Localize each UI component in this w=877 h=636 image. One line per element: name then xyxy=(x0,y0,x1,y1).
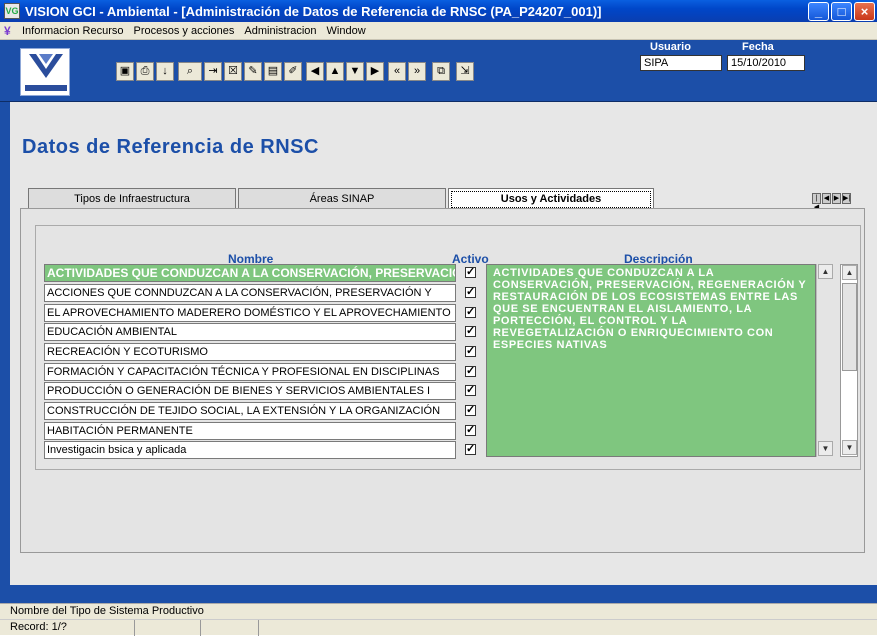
activo-checkbox-10[interactable]: ✓ xyxy=(465,444,476,455)
activo-checkbox-9[interactable]: ✓ xyxy=(465,425,476,436)
activo-checkbox-3[interactable]: ✓ xyxy=(465,307,476,318)
tab-strip: Tipos de Infraestructura Áreas SINAP Uso… xyxy=(28,188,666,211)
tab-first-icon[interactable]: |◀ xyxy=(812,193,821,211)
query-icon[interactable]: ⌕ xyxy=(178,62,202,81)
nombre-cell-5[interactable]: RECREACIÓN Y ECOTURISMO xyxy=(44,343,456,361)
nombre-cell-3[interactable]: EL APROVECHAMIENTO MADERERO DOMÉSTICO Y … xyxy=(44,304,456,322)
last-block-icon[interactable]: » xyxy=(408,62,426,81)
nombre-cell-9[interactable]: HABITACIÓN PERMANENTE xyxy=(44,422,456,440)
menu-procesos-acciones[interactable]: Procesos y acciones xyxy=(134,25,235,37)
download-icon[interactable]: ↓ xyxy=(156,62,174,81)
tab-last-icon[interactable]: ▶| xyxy=(842,193,851,204)
grid-scrollbar[interactable]: ▲ ▼ xyxy=(840,264,858,457)
descripcion-textarea[interactable]: ACTIVIDADES QUE CONDUZCAN A LA CONSERVAC… xyxy=(486,264,816,457)
nombre-cell-7[interactable]: PRODUCCIÓN O GENERACIÓN DE BIENES Y SERV… xyxy=(44,382,456,400)
insert-record-icon[interactable]: ⇥ xyxy=(204,62,222,81)
pencil-icon[interactable]: ✐ xyxy=(284,62,302,81)
activo-checkbox-7[interactable]: ✓ xyxy=(465,385,476,396)
menu-bar: ¥ Informacion Recurso Procesos y accione… xyxy=(0,22,877,58)
description-scrollbar[interactable]: ▲ ▼ xyxy=(816,264,834,457)
print-icon[interactable]: ⎙ xyxy=(136,62,154,81)
exit-icon[interactable]: ⇲ xyxy=(456,62,474,81)
maximize-button[interactable]: □ xyxy=(831,2,852,21)
copy-icon[interactable]: ⧉ xyxy=(432,62,450,81)
vision-logo xyxy=(20,48,70,96)
menu-informacion-recurso[interactable]: Informacion Recurso xyxy=(22,25,124,37)
window-title: VISION GCI - Ambiental - [Administración… xyxy=(25,3,602,19)
save-icon[interactable]: ▣ xyxy=(116,62,134,81)
menu-window[interactable]: Window xyxy=(327,25,366,37)
desc-scroll-up-icon[interactable]: ▲ xyxy=(818,264,833,279)
close-button[interactable]: × xyxy=(854,2,875,21)
fecha-field[interactable]: 15/10/2010 xyxy=(727,55,805,71)
title-bar: VG VISION GCI - Ambiental - [Administrac… xyxy=(0,0,877,22)
nombre-cell-10[interactable]: Investigacin bsica y aplicada xyxy=(44,441,456,459)
tab-navigation: |◀ ◀ ▶ ▶| xyxy=(812,193,851,211)
usuario-label: Usuario xyxy=(650,41,691,53)
minimize-button[interactable]: _ xyxy=(808,2,829,21)
first-block-icon[interactable]: « xyxy=(388,62,406,81)
record-indicator: Record: 1/? xyxy=(0,620,135,636)
next-record-icon[interactable]: ▶ xyxy=(366,62,384,81)
activo-checkbox-8[interactable]: ✓ xyxy=(465,405,476,416)
usuario-field[interactable]: SIPA xyxy=(640,55,722,71)
col-header-activo: Activo xyxy=(452,252,489,266)
page-title: Datos de Referencia de RNSC xyxy=(22,136,319,158)
activo-checkbox-4[interactable]: ✓ xyxy=(465,326,476,337)
prev-record-icon[interactable]: ◀ xyxy=(306,62,324,81)
menu-administracion[interactable]: Administracion xyxy=(244,25,316,37)
tab-next-icon[interactable]: ▶ xyxy=(832,193,841,204)
delete-record-icon[interactable]: ☒ xyxy=(224,62,242,81)
logo-v-icon xyxy=(29,54,63,78)
activo-checkbox-1[interactable]: ✓ xyxy=(465,267,476,278)
status-cell-2 xyxy=(135,620,201,636)
activo-checkbox-5[interactable]: ✓ xyxy=(465,346,476,357)
tab-areas-sinap[interactable]: Áreas SINAP xyxy=(238,188,446,210)
down-icon[interactable]: ▼ xyxy=(346,62,364,81)
tab-prev-icon[interactable]: ◀ xyxy=(822,193,831,204)
status-cell-3 xyxy=(201,620,259,636)
activo-checkbox-6[interactable]: ✓ xyxy=(465,366,476,377)
tab-tipos-infraestructura[interactable]: Tipos de Infraestructura xyxy=(28,188,236,210)
status-cell-4 xyxy=(259,620,877,636)
fecha-label: Fecha xyxy=(742,41,774,53)
status-hint: Nombre del Tipo de Sistema Productivo xyxy=(0,603,877,619)
grid-scroll-thumb[interactable] xyxy=(842,283,857,371)
desc-scroll-down-icon[interactable]: ▼ xyxy=(818,441,833,456)
nombre-cell-2[interactable]: ACCIONES QUE CONNDUZCAN A LA CONSERVACIÓ… xyxy=(44,284,456,302)
grid-scroll-up-icon[interactable]: ▲ xyxy=(842,265,857,280)
nombre-cell-6[interactable]: FORMACIÓN Y CAPACITACIÓN TÉCNICA Y PROFE… xyxy=(44,363,456,381)
grid-scroll-down-icon[interactable]: ▼ xyxy=(842,440,857,455)
app-icon: VG xyxy=(4,3,20,19)
edit-icon[interactable]: ✎ xyxy=(244,62,262,81)
nombre-cell-8[interactable]: CONSTRUCCIÓN DE TEJIDO SOCIAL, LA EXTENS… xyxy=(44,402,456,420)
nombre-cell-1[interactable]: ACTIVIDADES QUE CONDUZCAN A LA CONSERVAC… xyxy=(44,264,456,282)
form-icon[interactable]: ▤ xyxy=(264,62,282,81)
nombre-cell-4[interactable]: EDUCACIÓN AMBIENTAL xyxy=(44,323,456,341)
up-icon[interactable]: ▲ xyxy=(326,62,344,81)
app-menu-icon[interactable]: ¥ xyxy=(4,25,18,37)
activo-checkbox-2[interactable]: ✓ xyxy=(465,287,476,298)
status-bar: Record: 1/? xyxy=(0,619,877,636)
